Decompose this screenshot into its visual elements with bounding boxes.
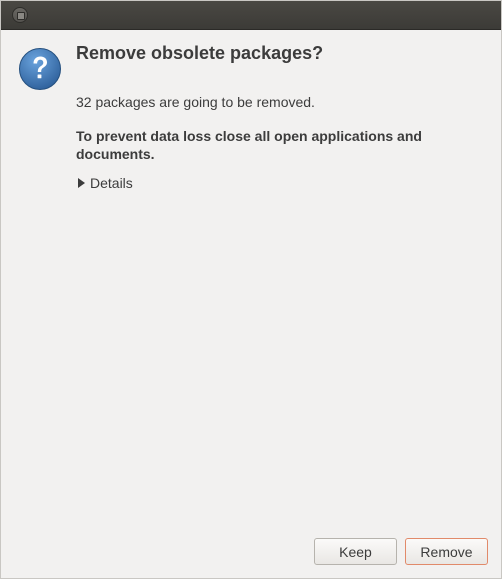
dialog-window: Remove obsolete packages? 32 packages ar… [0,0,502,579]
triangle-right-icon [78,178,85,188]
question-icon [19,48,61,90]
dialog-title: Remove obsolete packages? [76,43,324,63]
details-expander[interactable]: Details [76,174,133,192]
titlebar[interactable] [1,1,501,30]
details-label: Details [90,175,133,191]
keep-button[interactable]: Keep [314,538,397,565]
dialog-warning: To prevent data loss close all open appl… [76,128,422,162]
close-icon [17,12,25,20]
remove-button[interactable]: Remove [405,538,488,565]
close-button[interactable] [12,7,28,23]
dialog-message: 32 packages are going to be removed. [76,94,315,110]
